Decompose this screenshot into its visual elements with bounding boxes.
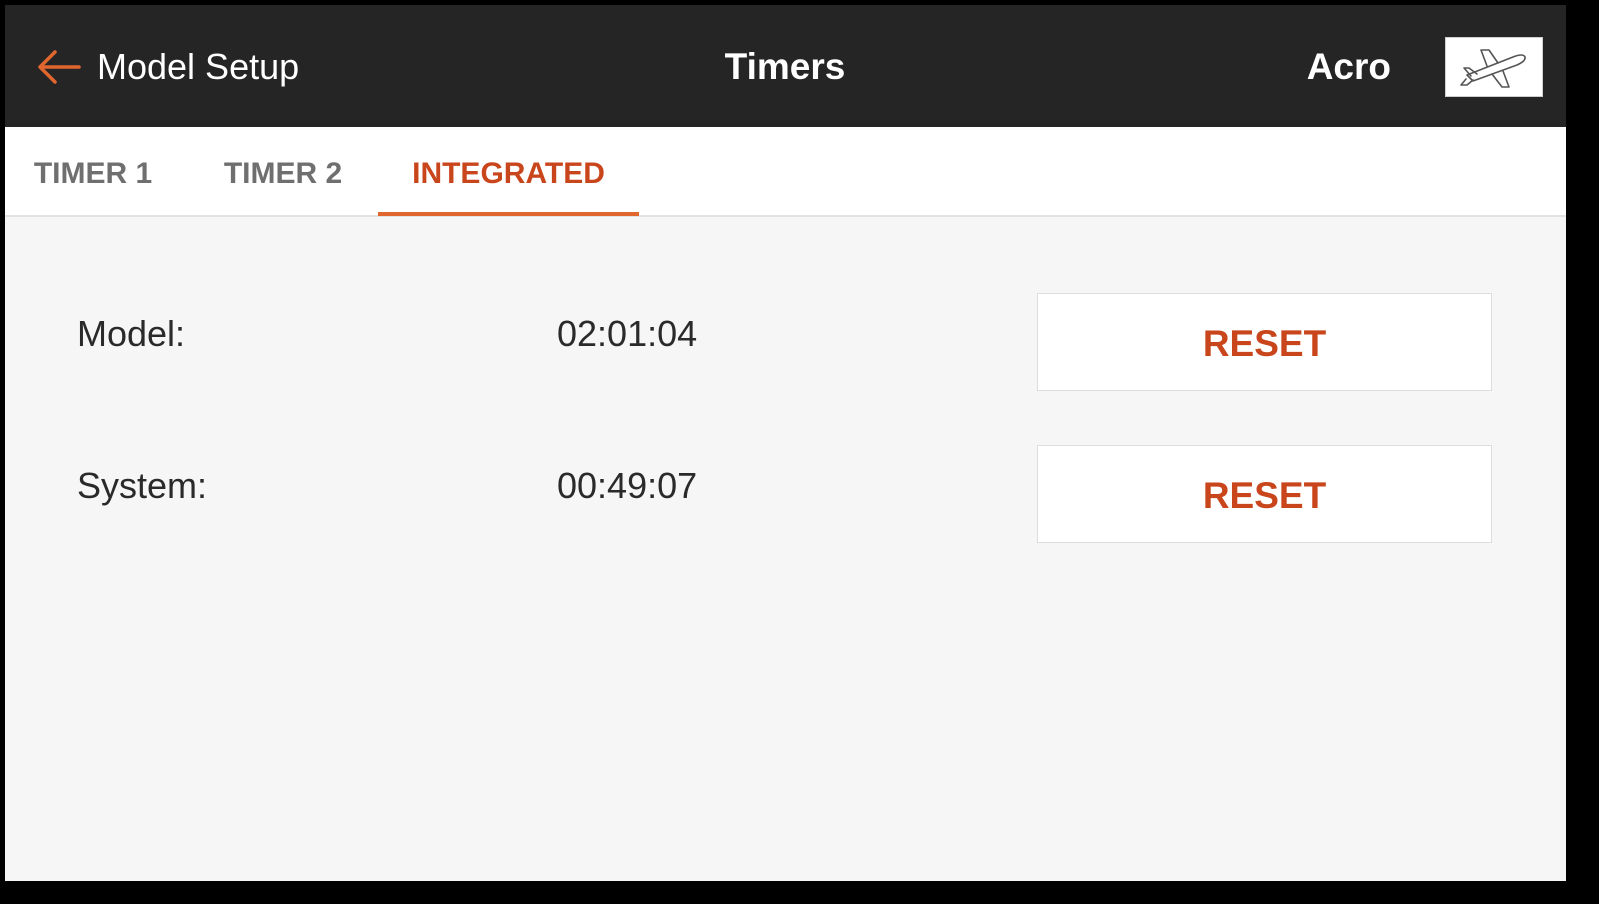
device-frame: Model Setup Timers Acro TIMER 1 TIMER 2 …	[0, 0, 1599, 904]
tab-timer-2[interactable]: TIMER 2	[213, 127, 353, 215]
system-reset-button[interactable]: RESET	[1037, 445, 1492, 543]
page-title: Timers	[724, 46, 846, 87]
header-bar: Model Setup Timers Acro	[5, 5, 1566, 127]
screen: Model Setup Timers Acro TIMER 1 TIMER 2 …	[5, 5, 1566, 881]
back-button[interactable]: Model Setup	[35, 35, 299, 99]
model-image-button[interactable]	[1445, 37, 1543, 97]
tab-bar: TIMER 1 TIMER 2 INTEGRATED	[5, 127, 1566, 217]
airplane-icon	[1460, 49, 1526, 88]
tab-timer-1[interactable]: TIMER 1	[23, 127, 163, 215]
active-tab-indicator	[378, 212, 639, 216]
arrow-left-icon	[38, 50, 81, 84]
system-timer-value: 00:49:07	[557, 465, 698, 506]
tab-integrated[interactable]: INTEGRATED	[378, 127, 639, 215]
model-timer-label: Model:	[77, 313, 186, 354]
model-name: Acro	[1306, 46, 1391, 87]
model-timer-value: 02:01:04	[557, 313, 698, 354]
back-label: Model Setup	[97, 46, 300, 87]
system-timer-label: System:	[77, 465, 208, 506]
model-reset-button[interactable]: RESET	[1037, 293, 1492, 391]
